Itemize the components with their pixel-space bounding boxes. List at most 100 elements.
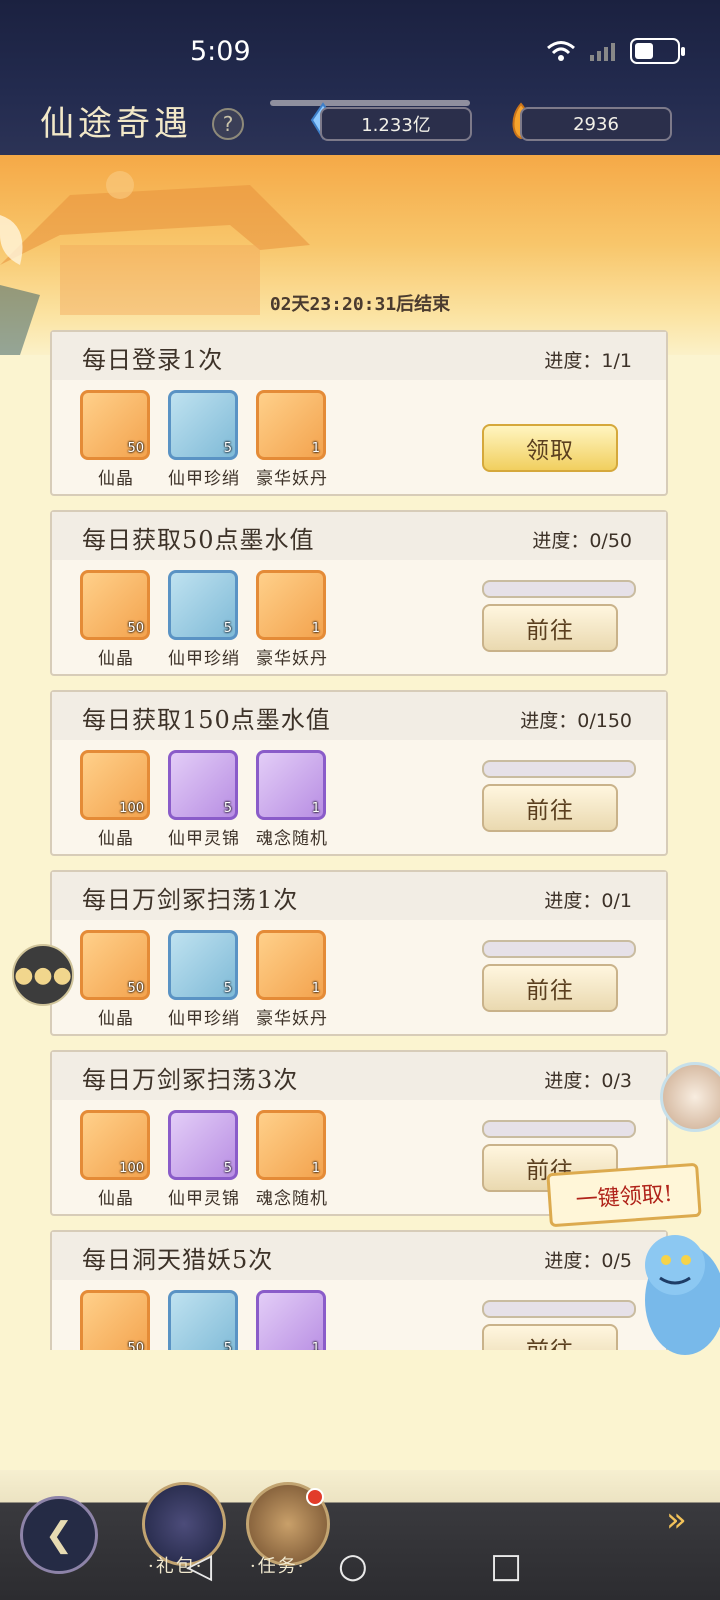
reward-count: 5 (223, 1341, 232, 1350)
back-arrow-icon[interactable]: ❮ (20, 1496, 98, 1574)
task-progress-bar (482, 760, 636, 778)
reward-count: 1 (311, 801, 320, 816)
reward-icon[interactable]: 5 (168, 1110, 238, 1180)
task-card: 每日获取50点墨水值 进度：0/50 50 仙晶 5 仙甲珍绡 1 豪华妖丹 前往 (50, 510, 668, 676)
reward-label: 豪华妖丹 (256, 469, 328, 489)
reward-count: 50 (127, 621, 144, 636)
reward-icon[interactable]: 1 (256, 930, 326, 1000)
reward-icon[interactable]: 100 (80, 1110, 150, 1180)
reward-count: 1 (311, 1161, 320, 1176)
reward-count: 1 (311, 441, 320, 456)
reward-item[interactable]: 50 仙晶 (80, 930, 152, 1029)
reward-count: 1 (311, 621, 320, 636)
reward-icon[interactable]: 5 (168, 930, 238, 1000)
task-progress: 进度：0/50 (532, 530, 632, 552)
reward-item[interactable]: 50 仙晶 (80, 570, 152, 669)
reward-count: 1 (311, 981, 320, 996)
reward-item[interactable]: 5 仙甲珍绡 (168, 570, 240, 669)
task-title: 每日登录1次 (82, 346, 224, 374)
event-banner (0, 155, 720, 355)
reward-icon[interactable]: 5 (168, 750, 238, 820)
claim-button[interactable]: 领取 (482, 424, 618, 472)
reward-label: 仙甲珍绡 (168, 1009, 240, 1029)
task-title: 每日万剑冢扫荡1次 (82, 886, 299, 914)
currency-crystal: 1.233亿 (320, 107, 472, 141)
task-progress: 进度：0/3 (544, 1070, 632, 1092)
task-card: 每日洞天猎妖5次 进度：0/5 50 仙晶 5 仙甲珍绡 1 魂念随机前往 (50, 1230, 668, 1350)
reward-icon[interactable]: 50 (80, 390, 150, 460)
system-back-icon[interactable]: ◁ (186, 1546, 212, 1586)
reward-item[interactable]: 1 魂念随机 (256, 1110, 328, 1209)
reward-item[interactable]: 100 仙晶 (80, 1110, 152, 1209)
reward-item[interactable]: 5 仙甲灵锦 (168, 750, 240, 849)
reward-count: 100 (119, 1161, 144, 1176)
reward-count: 5 (223, 981, 232, 996)
reward-item[interactable]: 1 豪华妖丹 (256, 930, 328, 1029)
task-card: 每日获取150点墨水值 进度：0/150 100 仙晶 5 仙甲灵锦 1 魂念随… (50, 690, 668, 856)
reward-item[interactable]: 1 豪华妖丹 (256, 390, 328, 489)
reward-item[interactable]: 1 魂念随机 (256, 750, 328, 849)
task-title: 每日获取150点墨水值 (82, 706, 331, 734)
reward-item[interactable]: 5 仙甲珍绡 (168, 930, 240, 1029)
reward-icon[interactable]: 1 (256, 570, 326, 640)
task-progress-bar (482, 940, 636, 958)
reward-label: 仙晶 (98, 469, 134, 489)
reward-icon[interactable]: 5 (168, 1290, 238, 1350)
reward-count: 5 (223, 801, 232, 816)
chat-bubble-icon[interactable]: ●●● (12, 944, 74, 1006)
event-end-timer: 02天23:20:31后结束 (269, 294, 451, 315)
status-icons (546, 38, 685, 64)
reward-icon[interactable]: 100 (80, 750, 150, 820)
reward-item[interactable]: 100 仙晶 (80, 750, 152, 849)
reward-icon[interactable]: 5 (168, 390, 238, 460)
task-progress: 进度：0/1 (544, 890, 632, 912)
reward-label: 豪华妖丹 (256, 1009, 328, 1029)
task-progress-bar (482, 1300, 636, 1318)
system-home-icon[interactable]: ○ (338, 1546, 368, 1586)
task-card: 每日万剑冢扫荡1次 进度：0/1 50 仙晶 5 仙甲珍绡 1 豪华妖丹 前往 (50, 870, 668, 1036)
task-title: 每日万剑冢扫荡3次 (82, 1066, 299, 1094)
goto-button[interactable]: 前往 (482, 964, 618, 1012)
notification-dot (306, 1488, 324, 1506)
reward-icon[interactable]: 1 (256, 390, 326, 460)
reward-icon[interactable]: 1 (256, 1110, 326, 1180)
page-title: 仙途奇遇 (40, 104, 192, 144)
next-arrow-icon[interactable]: » (666, 1500, 687, 1540)
battery-icon (630, 38, 685, 64)
goto-button[interactable]: 前往 (482, 1324, 618, 1350)
goto-button[interactable]: 前往 (482, 604, 618, 652)
reward-item[interactable]: 50 仙晶 (80, 390, 152, 489)
reward-item[interactable]: 1 魂念随机 (256, 1290, 328, 1350)
header-divider (270, 100, 470, 106)
task-title: 每日获取50点墨水值 (82, 526, 315, 554)
reward-label: 仙甲珍绡 (168, 649, 240, 669)
help-icon[interactable]: ? (212, 108, 244, 140)
reward-icon[interactable]: 50 (80, 1290, 150, 1350)
reward-label: 仙甲灵锦 (168, 829, 240, 849)
task-progress: 进度：0/150 (520, 710, 632, 732)
reward-icon[interactable]: 5 (168, 570, 238, 640)
reward-label: 仙晶 (98, 829, 134, 849)
reward-count: 50 (127, 441, 144, 456)
reward-count: 5 (223, 441, 232, 456)
task-progress: 进度：0/5 (544, 1250, 632, 1272)
reward-icon[interactable]: 50 (80, 570, 150, 640)
reward-icon[interactable]: 1 (256, 1290, 326, 1350)
task-card: 每日登录1次 进度：1/1 50 仙晶 5 仙甲珍绡 1 豪华妖丹 领取 (50, 330, 668, 496)
reward-count: 50 (127, 981, 144, 996)
task-title: 每日洞天猎妖5次 (82, 1246, 274, 1274)
reward-item[interactable]: 5 仙甲珍绡 (168, 390, 240, 489)
reward-item[interactable]: 50 仙晶 (80, 1290, 152, 1350)
task-progress-bar (482, 580, 636, 598)
reward-item[interactable]: 1 豪华妖丹 (256, 570, 328, 669)
system-recent-icon[interactable]: □ (490, 1546, 522, 1586)
goto-button[interactable]: 前往 (482, 784, 618, 832)
reward-label: 仙甲灵锦 (168, 1189, 240, 1209)
reward-item[interactable]: 5 仙甲珍绡 (168, 1290, 240, 1350)
reward-label: 仙甲珍绡 (168, 469, 240, 489)
reward-icon[interactable]: 50 (80, 930, 150, 1000)
reward-icon[interactable]: 1 (256, 750, 326, 820)
reward-item[interactable]: 5 仙甲灵锦 (168, 1110, 240, 1209)
reward-count: 5 (223, 1161, 232, 1176)
wifi-icon (547, 41, 575, 61)
